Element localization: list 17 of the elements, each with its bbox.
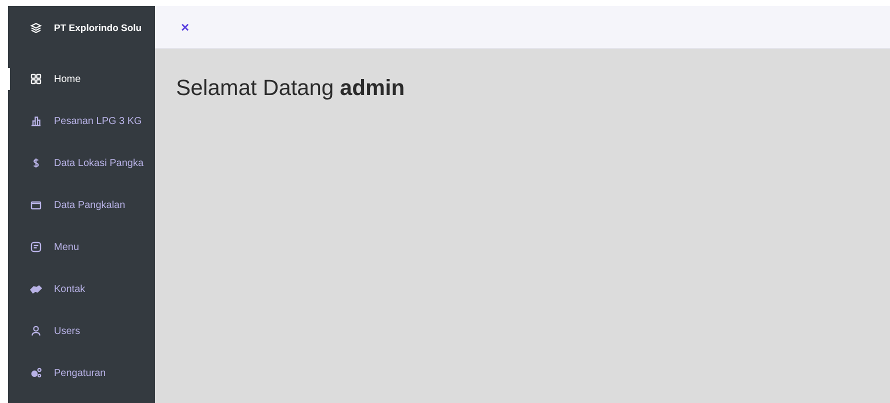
folder-icon [30,199,42,211]
sidebar-item[interactable]: Kontak [8,268,155,310]
close-button[interactable]: × [179,19,192,35]
grid-icon [30,73,42,85]
brand-name: PT Explorindo Solu [54,22,142,34]
sidebar-item[interactable]: Data Pangkalan [8,184,155,226]
layers-icon [30,22,42,34]
sidebar-item[interactable]: Users [8,310,155,352]
sidebar-item[interactable]: Data Lokasi Pangka [8,142,155,184]
sidebar-item[interactable]: Menu [8,226,155,268]
sidebar-item[interactable]: Pengaturan [8,352,155,394]
welcome-heading: Selamat Datang admin [176,75,406,101]
sidebar-item[interactable]: Home [8,58,155,100]
bar-chart-icon [30,115,42,127]
sidebar-item[interactable]: Pesanan LPG 3 KG [8,100,155,142]
note-icon [30,241,42,253]
user-icon [30,325,42,337]
